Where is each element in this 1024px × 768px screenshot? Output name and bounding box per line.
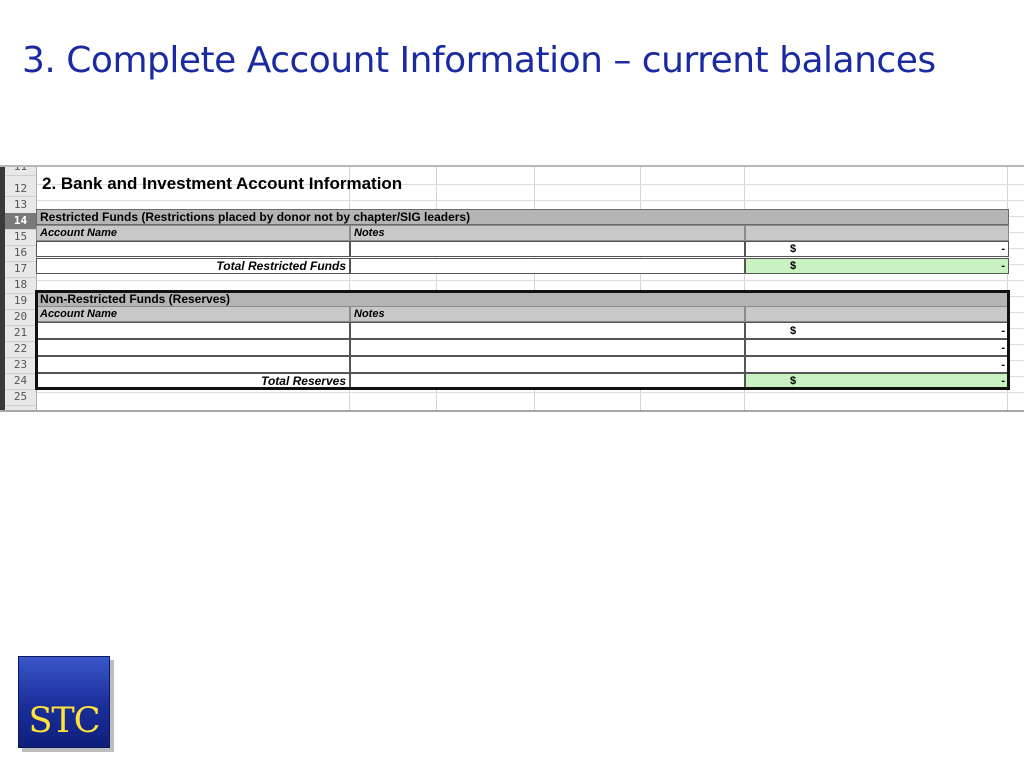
notes-cell[interactable]	[350, 373, 745, 389]
notes-cell[interactable]	[350, 241, 745, 257]
total-reserves-value[interactable]: $ -	[745, 373, 1009, 389]
balance-value: -	[1001, 359, 1005, 371]
row-header-column: 11 12 13 14 15 16 17 18 19 20 21 22 23 2…	[0, 167, 37, 410]
row-number[interactable]: 20	[5, 309, 36, 326]
currency-symbol: $	[790, 260, 797, 272]
notes-cell[interactable]	[350, 258, 745, 274]
notes-cell[interactable]	[350, 322, 745, 339]
currency-symbol: $	[790, 243, 797, 255]
row-number[interactable]: 18	[5, 277, 36, 294]
row-number[interactable]: 25	[5, 389, 36, 406]
balance-cell[interactable]: -	[745, 356, 1009, 373]
balance-cell[interactable]: $ -	[745, 241, 1009, 257]
balance-cell[interactable]: -	[745, 339, 1009, 356]
notes-header: Notes	[350, 306, 745, 322]
total-restricted-funds-label: Total Restricted Funds	[36, 258, 350, 274]
spreadsheet-screenshot: 11 12 13 14 15 16 17 18 19 20 21 22 23 2…	[0, 165, 1024, 412]
account-name-cell[interactable]	[36, 241, 350, 257]
balance-value: -	[1001, 342, 1005, 354]
row-number[interactable]: 22	[5, 341, 36, 358]
balance-value: -	[1001, 243, 1005, 255]
row-number[interactable]: 11	[5, 167, 36, 176]
total-restricted-funds-value[interactable]: $ -	[745, 258, 1009, 274]
row-number-selected[interactable]: 14	[5, 213, 36, 230]
row-number[interactable]: 21	[5, 325, 36, 342]
stc-logo: STC	[18, 656, 110, 748]
row-number[interactable]: 16	[5, 245, 36, 262]
row-number[interactable]: 12	[5, 179, 36, 197]
balance-value: -	[1001, 325, 1005, 337]
total-value: -	[1001, 375, 1005, 387]
notes-cell[interactable]	[350, 339, 745, 356]
account-name-header: Account Name	[36, 225, 350, 241]
reserves-band: Non-Restricted Funds (Reserves)	[36, 291, 1009, 307]
total-reserves-label: Total Reserves	[36, 373, 350, 389]
account-name-header: Account Name	[36, 306, 350, 322]
restricted-funds-band: Restricted Funds (Restrictions placed by…	[36, 209, 1009, 225]
row-number[interactable]: 24	[5, 373, 36, 390]
account-name-cell[interactable]	[36, 356, 350, 373]
notes-header: Notes	[350, 225, 745, 241]
currency-symbol: $	[790, 375, 797, 387]
currency-symbol: $	[790, 325, 797, 337]
row-number[interactable]: 17	[5, 261, 36, 278]
row-number[interactable]: 23	[5, 357, 36, 374]
logo-text: STC	[28, 701, 100, 741]
total-value: -	[1001, 260, 1005, 272]
account-name-cell[interactable]	[36, 339, 350, 356]
row-number[interactable]: 15	[5, 229, 36, 246]
balance-header	[745, 225, 1009, 241]
slide-title: 3. Complete Account Information – curren…	[22, 40, 936, 81]
section-title: 2. Bank and Investment Account Informati…	[42, 174, 403, 193]
balance-header	[745, 306, 1009, 322]
row-number[interactable]: 19	[5, 293, 36, 310]
notes-cell[interactable]	[350, 356, 745, 373]
row-number[interactable]: 13	[5, 197, 36, 214]
account-name-cell[interactable]	[36, 322, 350, 339]
balance-cell[interactable]: $ -	[745, 322, 1009, 339]
